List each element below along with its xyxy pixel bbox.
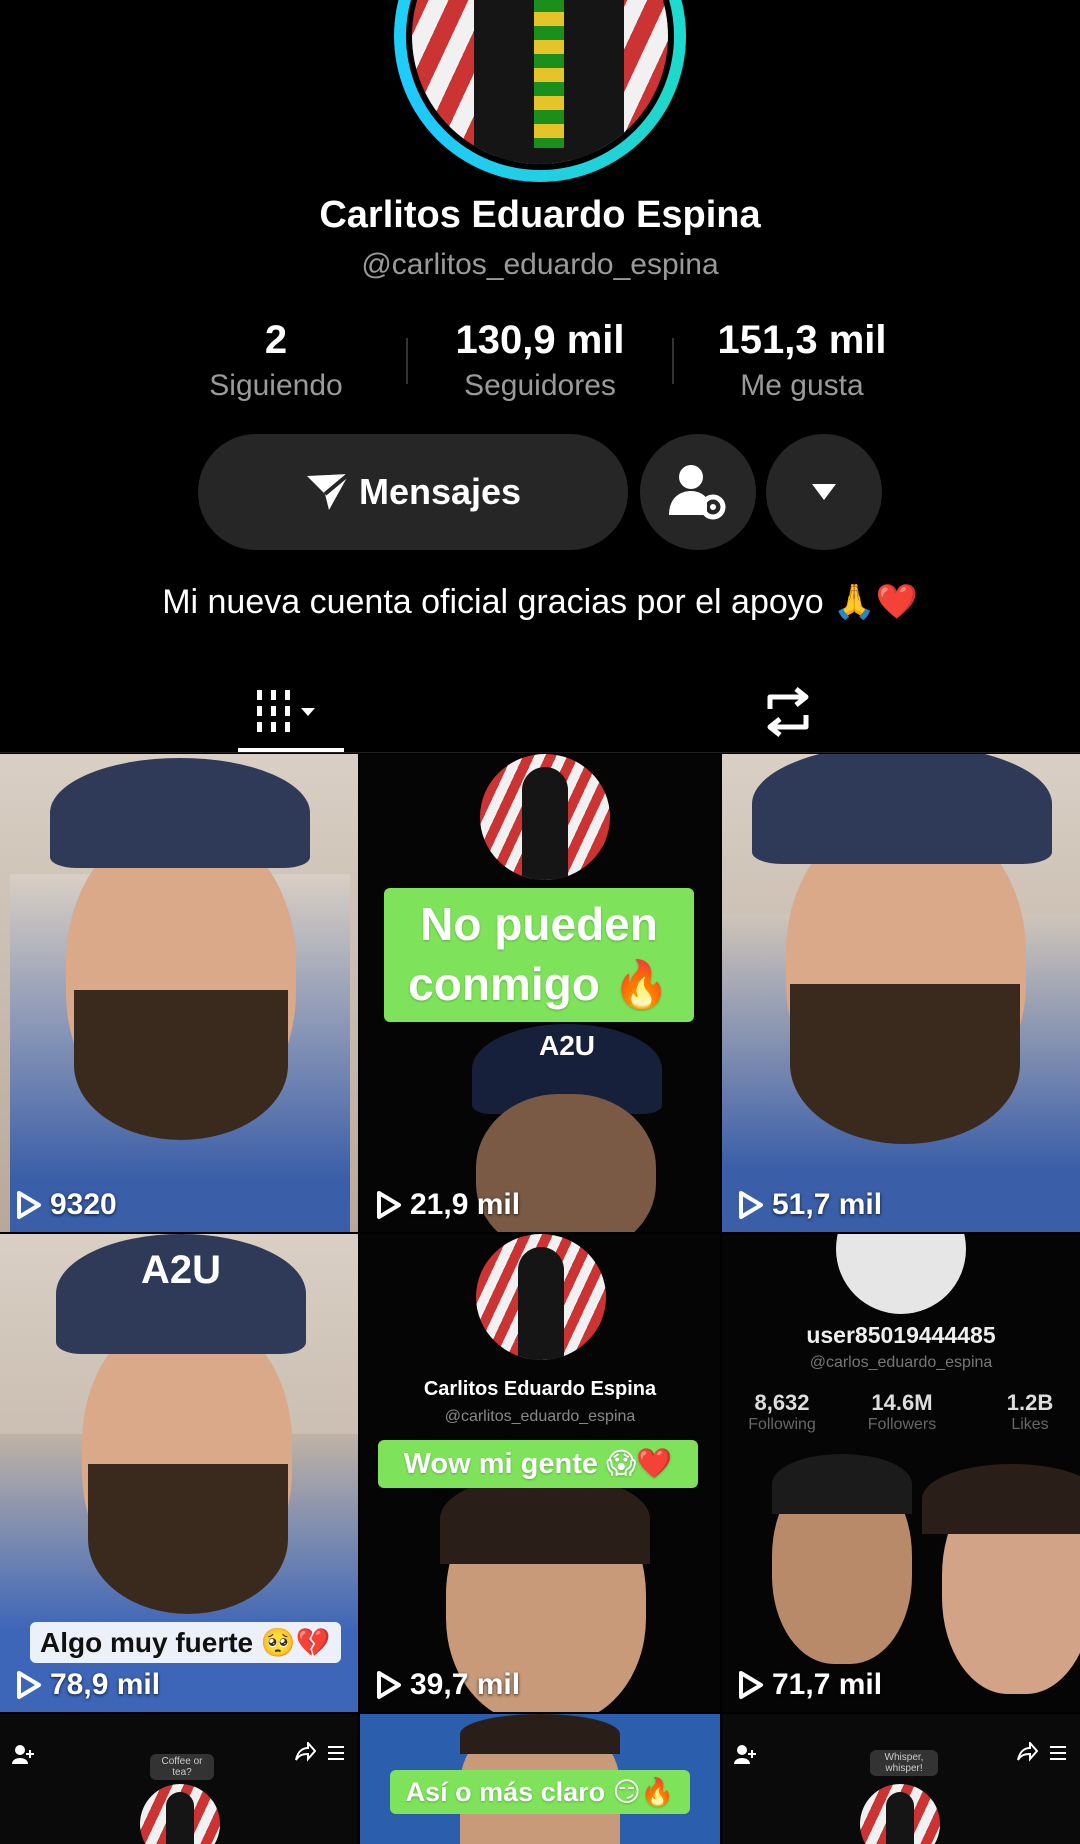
avatar-image (140, 1784, 220, 1844)
inner-profile-handle: @carlos_eduardo_espina (809, 1354, 993, 1371)
follow-settings-button[interactable] (640, 434, 756, 550)
stat-following[interactable]: 2 Siguiendo (166, 318, 386, 403)
video-caption: Así o más claro 😏🔥 (390, 1770, 690, 1814)
video-thumbnail[interactable]: Carlitos Eduardo Espina @carlitos_eduard… (360, 1234, 720, 1712)
video-caption: Algo muy fuerte 🥺💔 (30, 1622, 341, 1663)
inner-profile-name: Carlitos Eduardo Espina (423, 1378, 657, 1400)
avatar-image (476, 1234, 606, 1360)
messages-label: Mensajes (358, 471, 522, 512)
stat-followers[interactable]: 130,9 mil Seguidores (430, 318, 650, 403)
play-icon (17, 1671, 41, 1699)
video-caption: No pueden conmigo 🔥 (384, 888, 694, 1022)
grid-icon (257, 690, 315, 732)
user-gear-icon (669, 465, 726, 520)
stat-likes[interactable]: 151,3 mil Me gusta (692, 318, 912, 403)
play-icon (377, 1191, 401, 1219)
repost-icon (767, 687, 809, 737)
video-thumbnail[interactable]: Whisper, whisper! (722, 1714, 1080, 1844)
send-icon (306, 472, 351, 510)
profile-handle: @carlitos_eduardo_espina (361, 248, 719, 281)
view-count: 21,9 mil (376, 1188, 520, 1222)
inner-username: user85019444485 (806, 1322, 996, 1348)
share-icon (1017, 1742, 1038, 1762)
tab-videos[interactable] (238, 672, 344, 752)
view-count: 71,7 mil (738, 1668, 882, 1702)
avatar-placeholder (836, 1234, 966, 1314)
menu-icon (328, 1746, 344, 1760)
tab-reposts[interactable] (738, 672, 838, 752)
divider (672, 338, 674, 384)
avatar-image (406, 0, 674, 170)
share-icon (295, 1742, 316, 1762)
view-count: 39,7 mil (376, 1668, 520, 1702)
menu-icon (1050, 1746, 1066, 1760)
view-count: 78,9 mil (16, 1668, 160, 1702)
more-options-button[interactable] (766, 434, 882, 550)
video-thumbnail[interactable]: 51,7 mil (722, 754, 1080, 1232)
inner-stat: 8,632 Following (748, 1390, 816, 1433)
divider (0, 752, 1080, 753)
speech-bubble: Coffee or tea? (150, 1754, 214, 1780)
add-user-icon (734, 1745, 756, 1764)
view-count: 9320 (16, 1188, 117, 1222)
inner-stat: 1.2B Likes (1006, 1390, 1054, 1433)
avatar-image (480, 754, 610, 880)
video-thumbnail[interactable]: 9320 (0, 754, 358, 1232)
view-count: 51,7 mil (738, 1188, 882, 1222)
play-icon (377, 1671, 401, 1699)
chevron-down-icon (812, 484, 836, 500)
inner-profile-handle: @carlitos_eduardo_espina (444, 1408, 636, 1425)
video-thumbnail[interactable]: Coffee or tea? (0, 1714, 358, 1844)
play-icon (739, 1191, 763, 1219)
play-icon (739, 1671, 763, 1699)
play-icon (17, 1191, 41, 1219)
add-user-icon (12, 1745, 34, 1764)
video-thumbnail[interactable]: A2U No pueden conmigo 🔥 21,9 mil (360, 754, 720, 1232)
speech-bubble: Whisper, whisper! (870, 1750, 938, 1776)
video-thumbnail[interactable]: Así o más claro 😏🔥 (360, 1714, 720, 1844)
inner-stat: 14.6M Followers (867, 1390, 937, 1433)
divider (406, 338, 408, 384)
messages-button[interactable]: Mensajes (198, 434, 628, 550)
avatar-image (860, 1784, 940, 1844)
profile-avatar[interactable] (394, 0, 686, 182)
profile-name: Carlitos Eduardo Espina (319, 194, 761, 236)
profile-bio: Mi nueva cuenta oficial gracias por el a… (162, 583, 918, 621)
video-thumbnail[interactable]: A2U Algo muy fuerte 🥺💔 78,9 mil (0, 1234, 358, 1712)
video-caption: Wow mi gente 😱❤️ (378, 1440, 698, 1488)
video-thumbnail[interactable]: user85019444485 @carlos_eduardo_espina 7… (722, 1234, 1080, 1712)
